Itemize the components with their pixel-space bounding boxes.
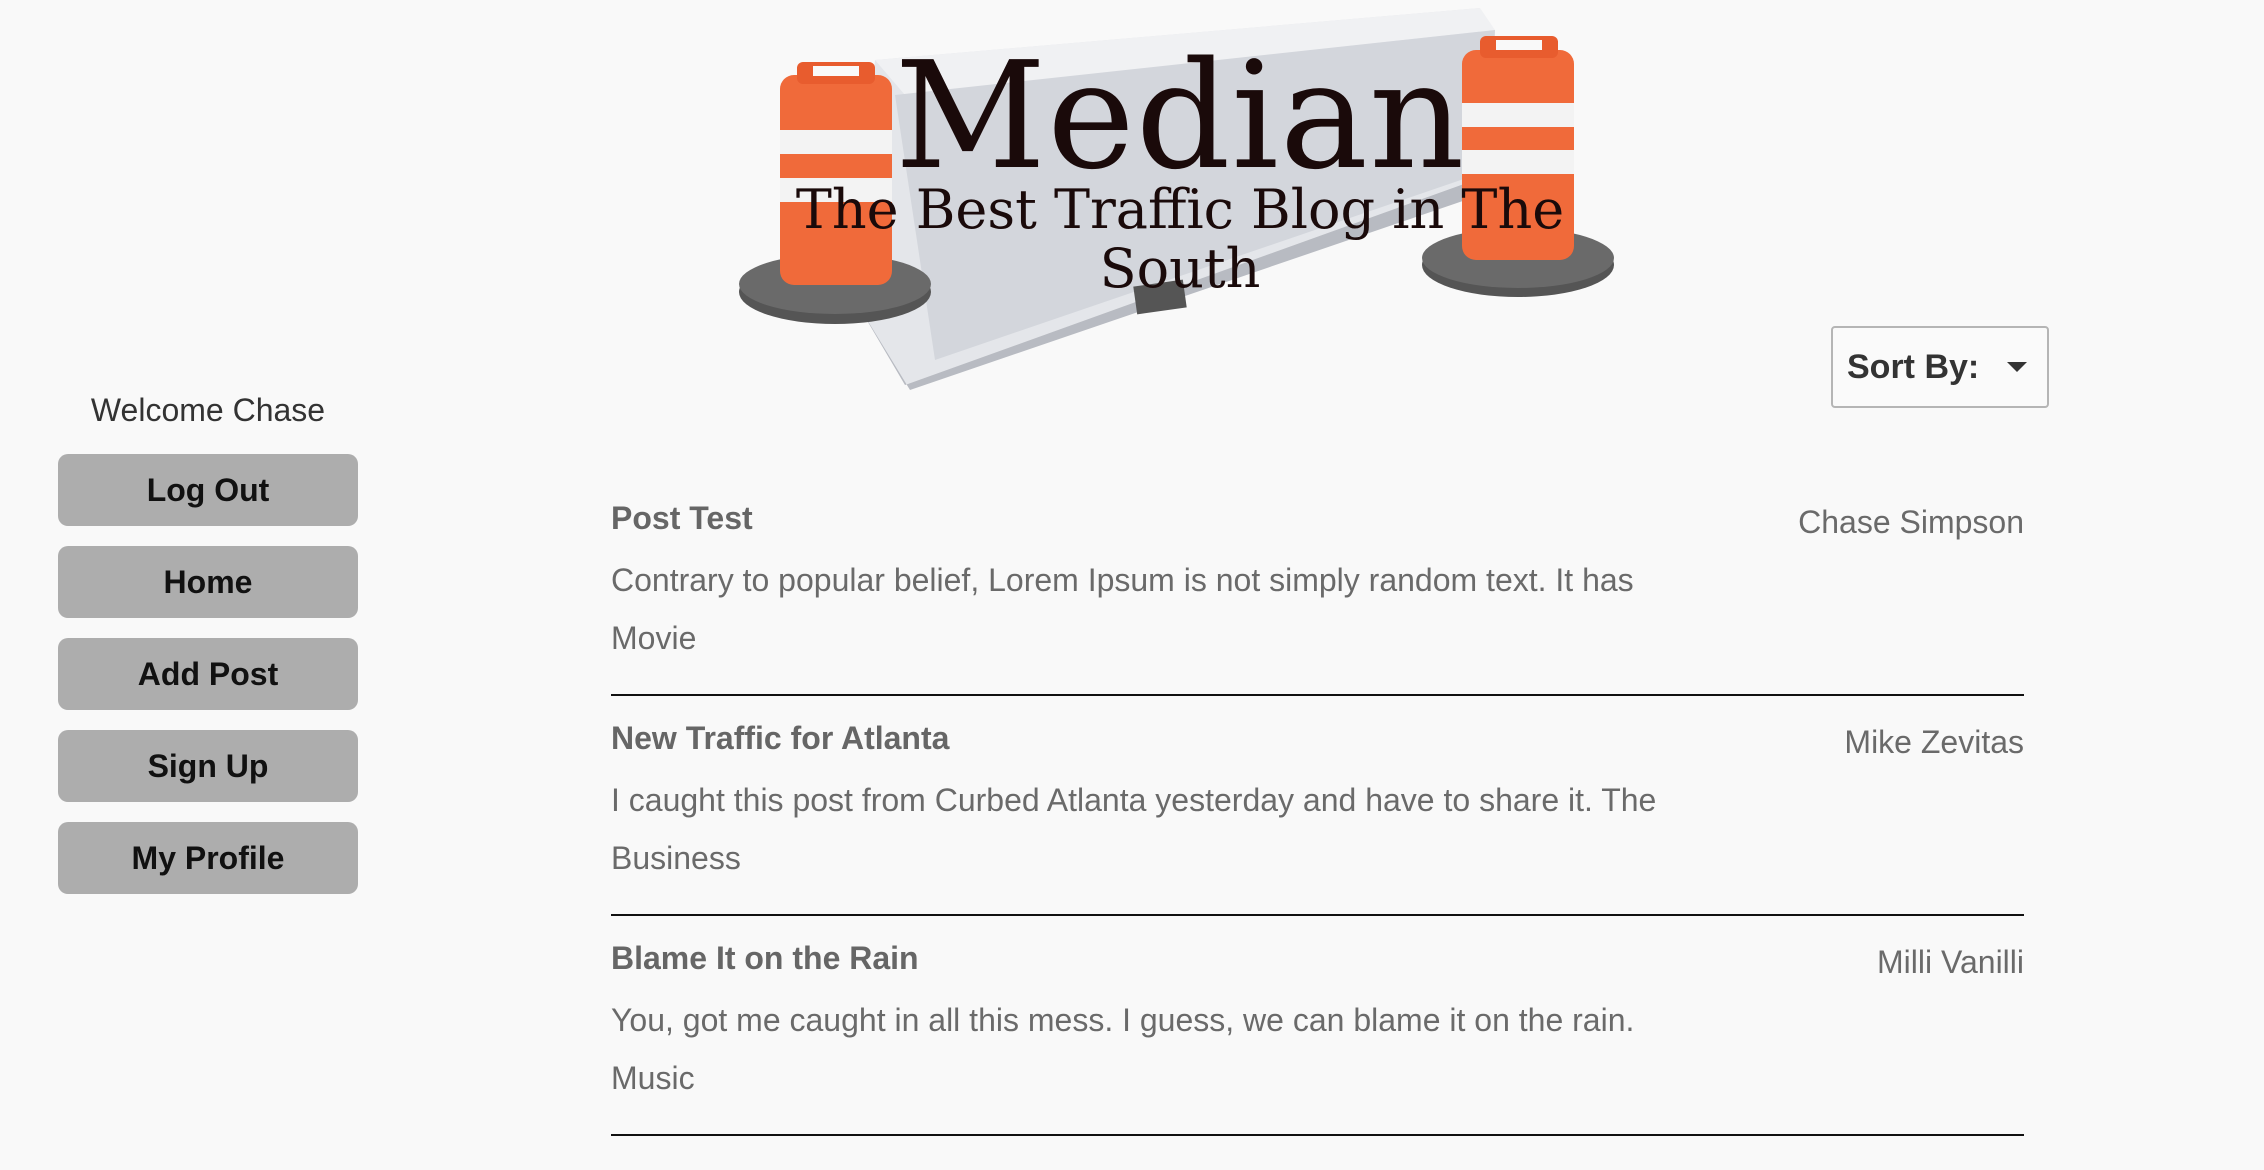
post-title[interactable]: New Traffic for Atlanta [611, 720, 949, 757]
post-excerpt: You, got me caught in all this mess. I g… [611, 1002, 1635, 1038]
chevron-down-icon [2007, 362, 2028, 372]
post-author: Mike Zevitas [1844, 724, 2024, 760]
home-button[interactable]: Home [58, 546, 358, 618]
site-title: Median [894, 30, 1466, 202]
post-author: Chase Simpson [1798, 504, 2024, 540]
sort-by-dropdown[interactable]: Sort By: [1831, 326, 2049, 408]
post-excerpt: I caught this post from Curbed Atlanta y… [611, 782, 1657, 818]
post-item[interactable]: New Traffic for Atlanta Mike Zevitas I c… [611, 698, 2024, 916]
post-item[interactable]: Blame It on the Rain Milli Vanilli You, … [611, 918, 2024, 1136]
site-tagline: The Best Traffic Blog in The South [795, 178, 1565, 301]
add-post-button[interactable]: Add Post [58, 638, 358, 710]
welcome-message: Welcome Chase [90, 392, 326, 428]
post-title[interactable]: Blame It on the Rain [611, 940, 919, 977]
post-category: Music [611, 1060, 695, 1096]
post-list: Post Test Chase Simpson Contrary to popu… [611, 478, 2024, 1138]
post-title[interactable]: Post Test [611, 500, 753, 537]
post-category: Business [611, 840, 741, 876]
post-category: Movie [611, 620, 697, 656]
page: Median The Best Traffic Blog in The Sout… [0, 0, 2264, 1170]
my-profile-button[interactable]: My Profile [58, 822, 358, 894]
log-out-button[interactable]: Log Out [58, 454, 358, 526]
header-banner: Median The Best Traffic Blog in The Sout… [735, 0, 1625, 395]
post-author: Milli Vanilli [1877, 944, 2024, 980]
post-item[interactable]: Post Test Chase Simpson Contrary to popu… [611, 478, 2024, 696]
sidebar: Welcome Chase Log Out Home Add Post Sign… [58, 388, 358, 914]
post-excerpt: Contrary to popular belief, Lorem Ipsum … [611, 562, 1634, 598]
sign-up-button[interactable]: Sign Up [58, 730, 358, 802]
sort-by-label: Sort By: [1847, 347, 1980, 386]
